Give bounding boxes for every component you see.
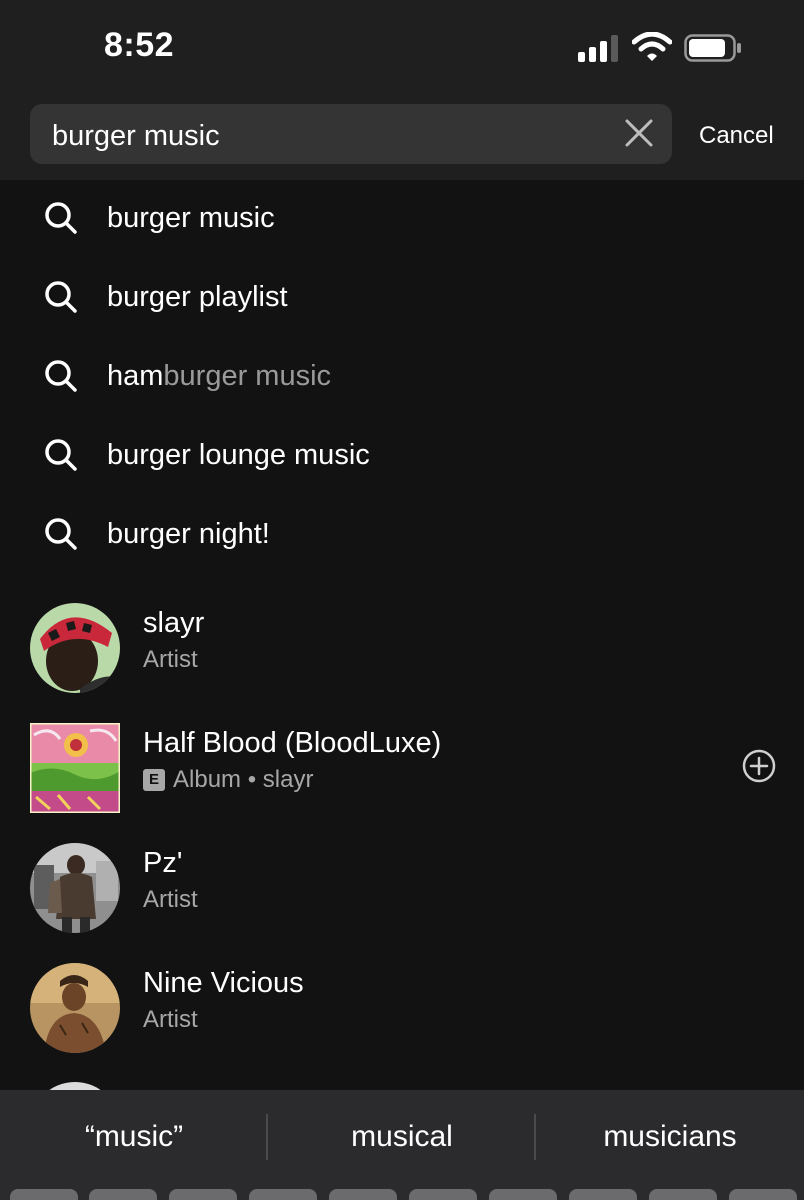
search-icon: [45, 281, 77, 313]
status-bar: 8:52: [0, 0, 804, 92]
suggestion-text: burger night!: [107, 518, 270, 550]
result-subtitle: Album • slayr: [173, 766, 314, 793]
suggestion-row[interactable]: burger music: [0, 180, 804, 259]
artist-avatar: [30, 843, 120, 933]
result-subtitle: Artist: [143, 886, 198, 913]
wifi-icon: [632, 32, 672, 61]
suggestion-text: hamburger music: [107, 360, 331, 393]
prediction-option[interactable]: musicians: [536, 1120, 804, 1154]
signal-icon: [578, 35, 618, 62]
keyboard-key[interactable]: [729, 1189, 797, 1200]
search-icon: [45, 360, 77, 392]
keyboard-predictive-bar: “music” musical musicians: [0, 1090, 804, 1200]
result-title: Nine Vicious: [143, 967, 304, 999]
status-time: 8:52: [104, 26, 175, 64]
result-subtitle: Artist: [143, 1006, 198, 1033]
suggestion-row[interactable]: burger playlist: [0, 259, 804, 338]
suggestion-row[interactable]: burger night!: [0, 496, 804, 575]
suggestion-text: burger music: [107, 202, 275, 234]
album-cover: [30, 723, 120, 813]
artist-avatar: [30, 963, 120, 1053]
result-row-artist[interactable]: slayr Artist: [0, 593, 804, 703]
keyboard-key[interactable]: [489, 1189, 557, 1200]
result-subtitle-wrap: E Album • slayr: [143, 766, 313, 794]
suggestion-text: burger playlist: [107, 281, 288, 313]
suggestion-text: burger lounge music: [107, 439, 370, 471]
result-row-artist[interactable]: Nine Vicious Artist: [0, 953, 804, 1063]
result-row-album[interactable]: Half Blood (BloodLuxe) E Album • slayr: [0, 713, 804, 823]
keyboard-key[interactable]: [89, 1189, 157, 1200]
keyboard-key[interactable]: [569, 1189, 637, 1200]
search-icon: [45, 202, 77, 234]
add-circle-icon[interactable]: [742, 749, 776, 783]
close-icon[interactable]: [624, 118, 654, 148]
suggestion-row[interactable]: hamburger music: [0, 338, 804, 417]
result-title: Half Blood (BloodLuxe): [143, 727, 442, 759]
cancel-button[interactable]: Cancel: [699, 122, 774, 150]
result-title: slayr: [143, 607, 205, 639]
keyboard-key[interactable]: [10, 1189, 78, 1200]
search-header: burger music Cancel: [0, 92, 804, 180]
search-icon: [45, 439, 77, 471]
artist-avatar: [30, 603, 120, 693]
keyboard-key[interactable]: [649, 1189, 717, 1200]
keyboard-key[interactable]: [329, 1189, 397, 1200]
keyboard-key[interactable]: [409, 1189, 477, 1200]
battery-icon: [684, 34, 741, 62]
keyboard-key[interactable]: [169, 1189, 237, 1200]
result-subtitle: Artist: [143, 646, 198, 673]
result-row-artist[interactable]: Pz' Artist: [0, 833, 804, 943]
suggestion-row[interactable]: burger lounge music: [0, 417, 804, 496]
prediction-option[interactable]: musical: [268, 1120, 536, 1154]
search-query[interactable]: burger music: [52, 120, 220, 153]
prediction-option[interactable]: “music”: [0, 1120, 268, 1154]
search-input[interactable]: burger music: [30, 104, 672, 164]
explicit-badge: E: [143, 769, 165, 791]
search-icon: [45, 518, 77, 550]
keyboard-key[interactable]: [249, 1189, 317, 1200]
result-title: Pz': [143, 847, 183, 879]
suggestion-suffix: burger music: [163, 360, 332, 392]
suggestion-prefix: ham: [107, 360, 164, 392]
